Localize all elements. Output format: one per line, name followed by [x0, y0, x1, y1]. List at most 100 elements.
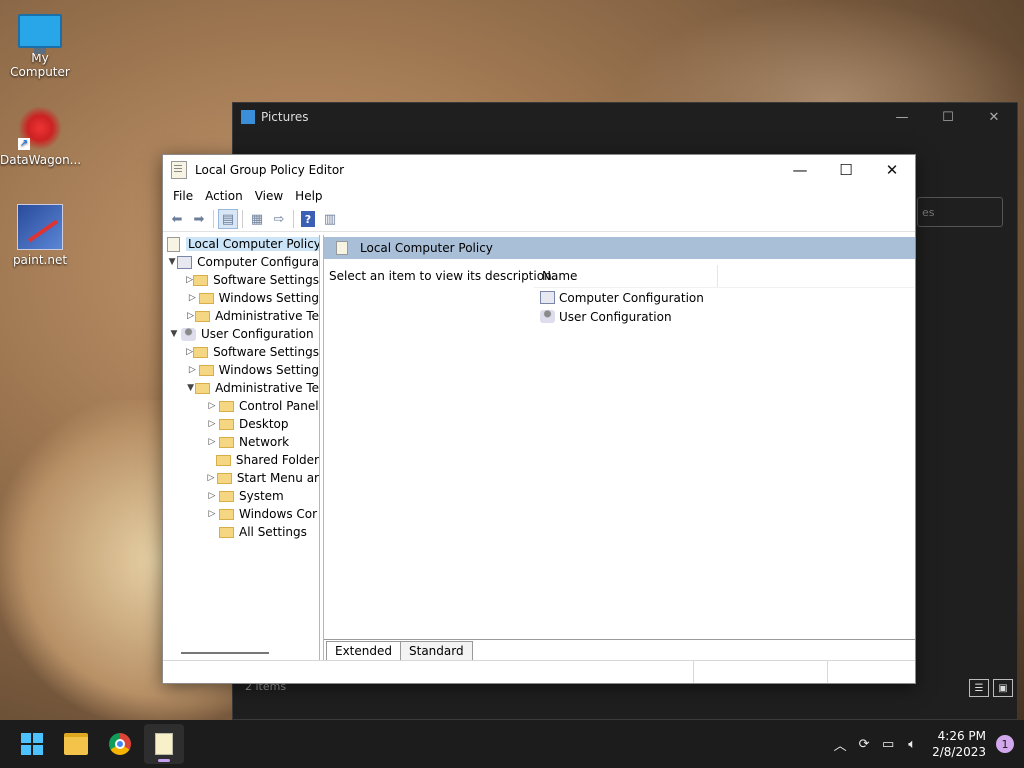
chevron-right-icon[interactable]: ▷ [186, 275, 193, 285]
menu-action[interactable]: Action [199, 189, 249, 203]
system-tray: ︿ ⟳ ▭ 🔈︎ 4:26 PM 2/8/2023 1 [828, 720, 1024, 768]
computer-icon [177, 255, 193, 269]
computer-icon [540, 291, 555, 304]
user-icon [181, 327, 196, 341]
menu-view[interactable]: View [249, 189, 289, 203]
sync-icon[interactable]: ⟳ [852, 737, 876, 752]
items-list[interactable]: Name Computer Configuration User Configu… [534, 265, 914, 326]
back-arrow-icon[interactable]: ⬅ [167, 209, 187, 229]
tree-horizontal-scrollbar[interactable] [181, 652, 269, 654]
desktop-icon-label: DataWagon... [0, 153, 82, 167]
tree-item-uc-windows-settings[interactable]: ▷ Windows Setting [163, 361, 319, 379]
photos-icon [241, 110, 255, 124]
tree-item-local-computer-policy[interactable]: Local Computer Policy [163, 235, 319, 253]
gpo-title: Local Group Policy Editor [195, 163, 345, 177]
user-icon [540, 310, 555, 323]
help-icon[interactable]: ? [301, 211, 315, 227]
folder-icon [215, 454, 231, 466]
clock[interactable]: 4:26 PM 2/8/2023 [932, 728, 986, 760]
chevron-right-icon[interactable]: ▷ [205, 473, 217, 483]
tree-pane[interactable]: Local Computer Policy ▼ Computer Configu… [163, 235, 320, 660]
tree-item-uc-software-settings[interactable]: ▷ Software Settings [163, 343, 319, 361]
chevron-down-icon[interactable]: ▼ [167, 257, 177, 267]
chrome-icon [109, 733, 131, 755]
chevron-right-icon[interactable]: ▷ [205, 419, 219, 429]
chevron-down-icon[interactable]: ▼ [167, 329, 181, 339]
tree-item-uc-administrative-templates[interactable]: ▼ Administrative Te [163, 379, 319, 397]
notification-badge[interactable]: 1 [996, 735, 1014, 753]
export-list-icon[interactable]: ⇨ [269, 209, 289, 229]
tab-extended[interactable]: Extended [326, 641, 401, 660]
taskbar-chrome[interactable] [100, 724, 140, 764]
start-button[interactable] [12, 724, 52, 764]
details-pane: Local Computer Policy Select an item to … [323, 235, 915, 660]
show-hide-action-pane-icon[interactable]: ▥ [320, 209, 340, 229]
menu-help[interactable]: Help [289, 189, 328, 203]
shortcut-arrow-icon: ↗ [18, 138, 30, 150]
pictures-title: Pictures [261, 110, 309, 124]
tree-item-desktop[interactable]: ▷ Desktop [163, 415, 319, 433]
network-icon[interactable]: ▭ [876, 737, 900, 752]
toolbar: ⬅ ➡ ▤ ▦ ⇨ ? ▥ [163, 207, 915, 232]
datawagon-icon: ↗ [18, 106, 62, 150]
desktop-icon-paint-net[interactable]: paint.net [0, 204, 80, 267]
list-item-user-configuration[interactable]: User Configuration [534, 307, 914, 326]
tree-item-user-configuration[interactable]: ▼ User Configuration [163, 325, 319, 343]
chevron-right-icon[interactable]: ▷ [205, 491, 219, 501]
tree-item-cc-administrative-templates[interactable]: ▷ Administrative Te [163, 307, 319, 325]
policy-document-icon [336, 241, 348, 255]
chevron-right-icon[interactable]: ▷ [205, 401, 219, 411]
folder-icon [219, 418, 234, 430]
forward-arrow-icon[interactable]: ➡ [189, 209, 209, 229]
details-view-button[interactable]: ☰ [969, 679, 989, 697]
folder-icon [198, 292, 214, 304]
tree-item-start-menu[interactable]: ▷ Start Menu ar [163, 469, 319, 487]
chevron-up-icon[interactable]: ︿ [828, 735, 852, 754]
gpo-app-icon [171, 161, 187, 179]
chevron-right-icon[interactable]: ▷ [186, 347, 193, 357]
maximize-button[interactable]: ☐ [823, 155, 869, 185]
gpo-app-icon [155, 733, 173, 755]
chevron-down-icon[interactable]: ▼ [186, 383, 195, 393]
tree-item-control-panel[interactable]: ▷ Control Panel [163, 397, 319, 415]
maximize-button[interactable]: ☐ [925, 103, 971, 131]
list-header: Name [534, 265, 914, 288]
volume-icon[interactable]: 🔈︎ [900, 737, 924, 752]
close-button[interactable]: ✕ [971, 103, 1017, 131]
pictures-search-input[interactable]: es [917, 197, 1003, 227]
tree-item-system[interactable]: ▷ System [163, 487, 319, 505]
chevron-right-icon[interactable]: ▷ [205, 437, 219, 447]
tree-item-shared-folders[interactable]: Shared Folder [163, 451, 319, 469]
clock-date: 2/8/2023 [932, 745, 986, 759]
chevron-right-icon[interactable]: ▷ [186, 293, 199, 303]
minimize-button[interactable]: — [777, 155, 823, 185]
clock-time: 4:26 PM [937, 729, 986, 743]
properties-icon[interactable]: ▦ [247, 209, 267, 229]
chevron-right-icon[interactable]: ▷ [186, 311, 195, 321]
tree-item-cc-windows-settings[interactable]: ▷ Windows Setting [163, 289, 319, 307]
group-policy-editor-window[interactable]: Local Group Policy Editor — ☐ ✕ File Act… [162, 154, 916, 684]
desktop-icon-label: paint.net [12, 253, 68, 267]
chevron-right-icon[interactable]: ▷ [186, 365, 199, 375]
menu-file[interactable]: File [167, 189, 199, 203]
tree-item-cc-software-settings[interactable]: ▷ Software Settings [163, 271, 319, 289]
folder-icon [195, 310, 211, 322]
show-hide-tree-icon[interactable]: ▤ [218, 209, 238, 229]
folder-icon [193, 346, 209, 358]
chevron-right-icon[interactable]: ▷ [205, 509, 219, 519]
tree-item-computer-configuration[interactable]: ▼ Computer Configura [163, 253, 319, 271]
tree-item-network[interactable]: ▷ Network [163, 433, 319, 451]
tiles-view-button[interactable]: ▣ [993, 679, 1013, 697]
desktop-icon-datawagon[interactable]: ↗ DataWagon... [0, 106, 82, 167]
folder-icon [198, 364, 214, 376]
tab-standard[interactable]: Standard [400, 641, 473, 660]
tree-item-all-settings[interactable]: All Settings [163, 523, 319, 541]
close-button[interactable]: ✕ [869, 155, 915, 185]
list-item-computer-configuration[interactable]: Computer Configuration [534, 288, 914, 307]
taskbar-file-explorer[interactable] [56, 724, 96, 764]
column-header-name[interactable]: Name [542, 265, 718, 287]
desktop-icon-my-computer[interactable]: My Computer [0, 8, 80, 79]
tree-item-windows-components[interactable]: ▷ Windows Cor [163, 505, 319, 523]
taskbar-group-policy-editor[interactable] [144, 724, 184, 764]
minimize-button[interactable]: — [879, 103, 925, 131]
